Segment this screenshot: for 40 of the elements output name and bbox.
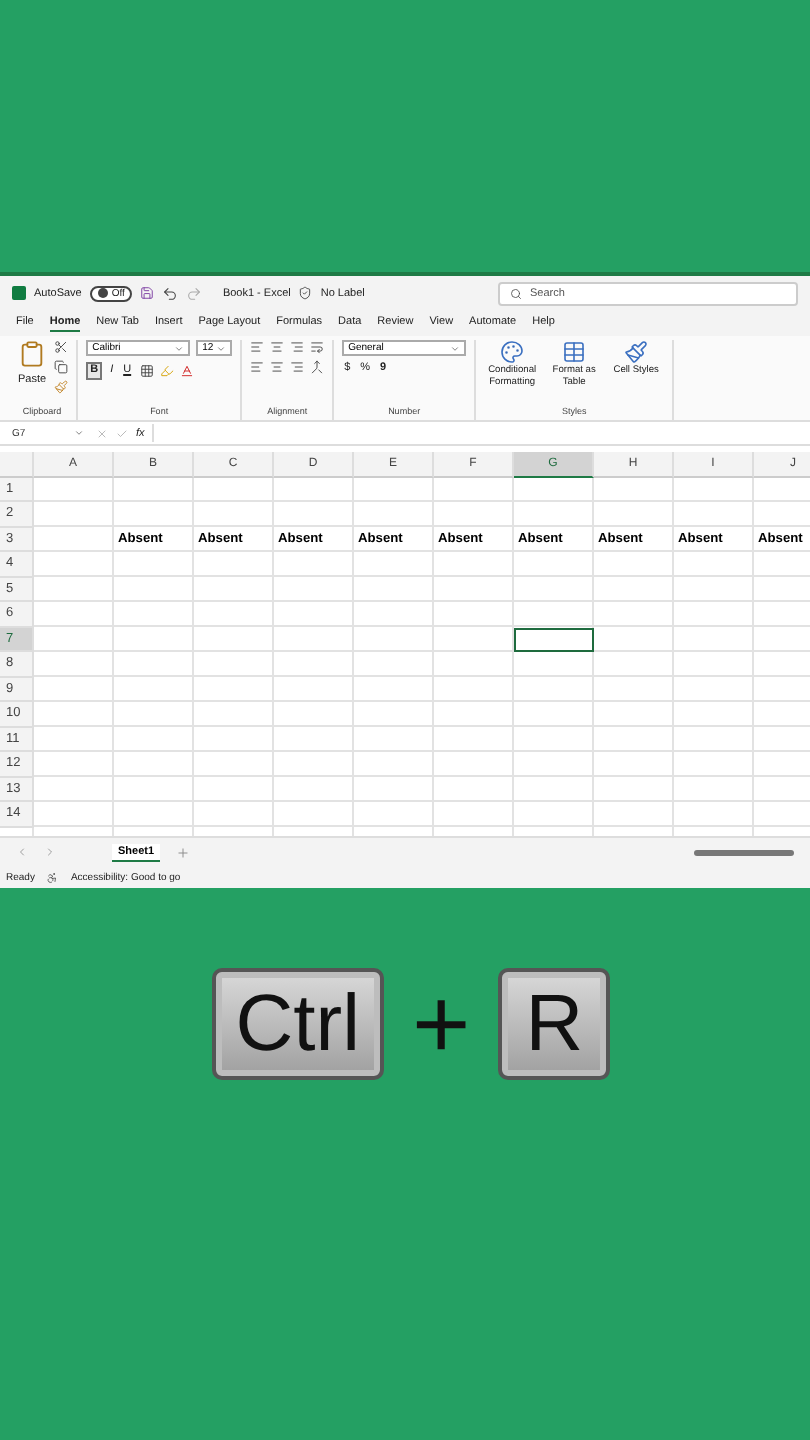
align-top-icon[interactable] <box>250 340 265 354</box>
undo-icon[interactable] <box>162 285 179 301</box>
enter-icon[interactable] <box>116 427 128 439</box>
wrap-text-icon[interactable] <box>310 340 325 354</box>
app-logo-icon <box>12 286 26 300</box>
select-all-button[interactable] <box>0 452 34 477</box>
cut-icon[interactable] <box>54 340 69 354</box>
caret-icon[interactable] <box>450 343 461 353</box>
font-color-icon[interactable] <box>179 364 194 378</box>
caret-icon[interactable] <box>216 343 227 353</box>
format-painter-icon[interactable] <box>54 380 69 394</box>
styles-icon[interactable] <box>500 340 525 364</box>
align-middle-icon[interactable] <box>270 340 285 354</box>
align-center-icon[interactable] <box>270 360 285 374</box>
cancel-icon[interactable] <box>96 427 108 439</box>
styles-icon[interactable] <box>624 340 649 364</box>
search-icon[interactable] <box>510 287 522 299</box>
align-left-icon[interactable] <box>250 360 265 374</box>
caret-icon[interactable] <box>74 428 84 438</box>
keyboard-key: Ctrl <box>211 968 384 1080</box>
next-sheet-icon[interactable] <box>44 846 56 858</box>
scrollbar[interactable] <box>694 849 794 855</box>
paste-icon[interactable] <box>18 340 47 368</box>
accessibility-icon[interactable] <box>46 871 59 883</box>
plus-sign: + <box>412 974 471 1074</box>
caret-icon[interactable] <box>174 343 185 353</box>
merge-icon[interactable] <box>310 360 325 374</box>
save-icon[interactable] <box>140 286 155 300</box>
fill-color-icon[interactable] <box>159 364 174 378</box>
add-sheet-icon[interactable] <box>176 845 191 859</box>
keyboard-key: R <box>498 968 611 1080</box>
redo-icon[interactable] <box>186 285 203 301</box>
shield-icon[interactable] <box>298 286 313 300</box>
selected-cell[interactable] <box>514 627 594 652</box>
previous-sheet-icon[interactable] <box>16 846 28 858</box>
copy-icon[interactable] <box>54 360 69 374</box>
styles-icon[interactable] <box>562 340 587 364</box>
align-right-icon[interactable] <box>290 360 305 374</box>
borders-icon[interactable] <box>139 364 154 378</box>
align-bottom-icon[interactable] <box>290 340 305 354</box>
